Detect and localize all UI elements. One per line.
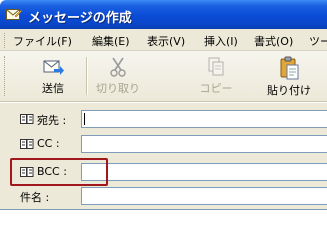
subject-input[interactable] (81, 187, 327, 205)
paste-label: 貼り付け (267, 84, 311, 97)
to-label: 宛先 : (37, 114, 67, 127)
window-title: メッセージの作成 (28, 11, 132, 26)
paste-icon (280, 56, 299, 80)
menu-file[interactable]: ファイル(F) (13, 33, 72, 49)
copy-button[interactable]: コピー (188, 56, 244, 98)
toolbar-grip[interactable] (4, 56, 7, 96)
address-book-icon[interactable] (20, 113, 34, 125)
cut-button[interactable]: 切り取り (90, 56, 146, 98)
send-icon (43, 60, 64, 75)
cut-label: 切り取り (96, 82, 140, 95)
title-bar[interactable]: メッセージの作成 (0, 0, 327, 29)
menu-format[interactable]: 書式(O) (254, 33, 293, 49)
to-field-row: 宛先 : (0, 108, 327, 130)
menu-tools[interactable]: ツー (309, 33, 327, 49)
send-button[interactable]: 送信 (25, 56, 81, 98)
subject-label: 件名 : (20, 191, 50, 204)
text-caret (84, 113, 85, 125)
bcc-input[interactable] (81, 163, 327, 181)
message-body[interactable] (0, 209, 327, 245)
send-label: 送信 (42, 82, 64, 95)
cc-input[interactable] (81, 135, 327, 153)
copy-icon (208, 57, 224, 76)
copy-label: コピー (199, 82, 233, 95)
paste-button[interactable]: 貼り付け (261, 56, 317, 98)
cc-field-row: CC : (0, 133, 327, 155)
menu-bar: ファイル(F) 編集(E) 表示(V) 挿入(I) 書式(O) ツー (0, 29, 327, 51)
menu-grip[interactable] (4, 33, 7, 48)
menu-insert[interactable]: 挿入(I) (204, 33, 238, 49)
message-header: 宛先 : CC : BCC : 件名: (0, 103, 327, 209)
to-input[interactable] (81, 110, 327, 128)
scissors-icon (110, 57, 126, 77)
address-book-icon[interactable] (20, 138, 34, 150)
subject-field-row: 件名 : (0, 185, 327, 207)
bcc-highlight-box (10, 158, 108, 186)
cc-label: CC : (37, 137, 60, 150)
toolbar: 送信 切り取り コピー 貼り付け (0, 51, 327, 102)
menu-edit[interactable]: 編集(E) (92, 33, 130, 49)
menu-view[interactable]: 表示(V) (147, 33, 185, 49)
toolbar-separator (86, 57, 88, 95)
envelope-edit-icon (6, 9, 22, 20)
